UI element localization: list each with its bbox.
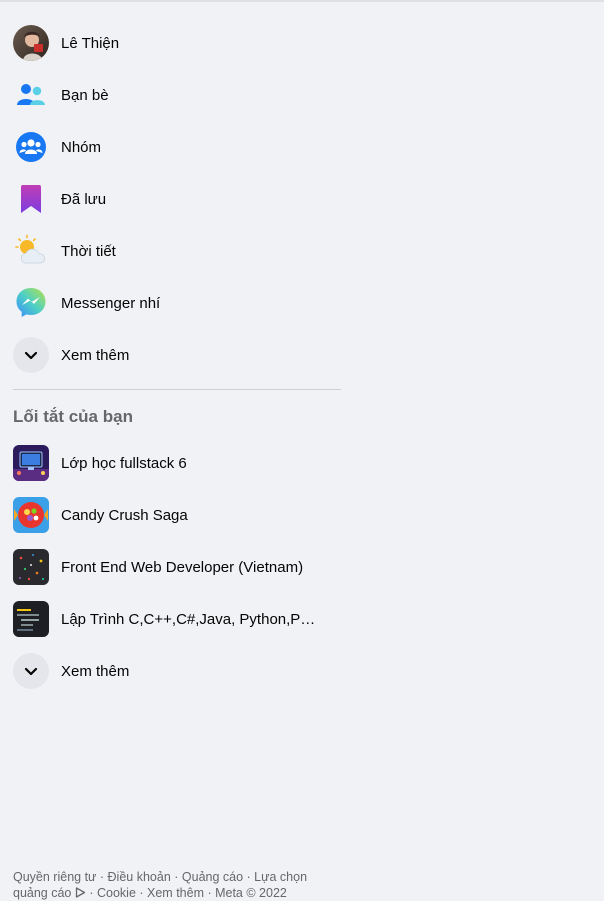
- sidebar-item-groups[interactable]: Nhóm: [4, 121, 344, 173]
- sidebar-item-label: Messenger nhí: [61, 294, 161, 312]
- sidebar-item-label: Bạn bè: [61, 86, 109, 104]
- group-thumbnail: [13, 549, 49, 585]
- divider: [13, 389, 341, 390]
- separator: ·: [243, 870, 255, 884]
- ads-link[interactable]: Quảng cáo: [182, 870, 243, 884]
- shortcuts-see-more-button[interactable]: Xem thêm: [4, 645, 344, 697]
- game-thumbnail: [13, 497, 49, 533]
- friends-icon: [13, 77, 49, 113]
- shortcut-label: Lập Trình C,C++,C#,Java, Python,PHP...: [61, 610, 326, 628]
- profile-name: Lê Thiện: [61, 34, 120, 52]
- see-more-label: Xem thêm: [61, 346, 130, 364]
- terms-link[interactable]: Điều khoản: [108, 870, 171, 884]
- shortcut-item-fullstack[interactable]: Lớp học fullstack 6: [4, 437, 344, 489]
- separator: ·: [96, 870, 108, 884]
- see-more-button[interactable]: Xem thêm: [4, 329, 344, 381]
- sidebar-item-weather[interactable]: Thời tiết: [4, 225, 344, 277]
- chevron-down-icon: [13, 653, 49, 689]
- group-thumbnail: [13, 601, 49, 637]
- ad-choices-icon: [75, 887, 86, 898]
- shortcut-item-candy-crush[interactable]: Candy Crush Saga: [4, 489, 344, 541]
- shortcut-label: Front End Web Developer (Vietnam): [61, 558, 304, 576]
- groups-icon: [13, 129, 49, 165]
- group-thumbnail: [13, 445, 49, 481]
- bookmark-icon: [13, 181, 49, 217]
- sidebar-item-friends[interactable]: Bạn bè: [4, 69, 344, 121]
- sidebar-item-saved[interactable]: Đã lưu: [4, 173, 344, 225]
- top-border: [0, 0, 604, 2]
- shortcuts-title: Lối tắt của bạn: [13, 407, 133, 426]
- sidebar-item-label: Đã lưu: [61, 190, 107, 208]
- shortcut-item-frontend[interactable]: Front End Web Developer (Vietnam): [4, 541, 344, 593]
- footer-links: Quyền riêng tư · Điều khoản · Quảng cáo …: [13, 869, 333, 901]
- sidebar-item-label: Thời tiết: [61, 242, 116, 260]
- sidebar-item-label: Nhóm: [61, 138, 102, 156]
- weather-icon: [13, 233, 49, 269]
- sidebar-item-messenger-kids[interactable]: Messenger nhí: [4, 277, 344, 329]
- shortcut-label: Lớp học fullstack 6: [61, 454, 187, 472]
- privacy-link[interactable]: Quyền riêng tư: [13, 870, 96, 884]
- sidebar-item-profile[interactable]: Lê Thiện: [4, 17, 344, 69]
- shortcut-item-programming[interactable]: Lập Trình C,C++,C#,Java, Python,PHP...: [4, 593, 344, 645]
- left-sidebar: Lê Thiện Bạn bè Nhóm Đã lưu Thời tiết Me…: [4, 17, 344, 697]
- chevron-down-icon: [13, 337, 49, 373]
- shortcut-label: Candy Crush Saga: [61, 506, 188, 524]
- separator: ·: [170, 870, 182, 884]
- see-more-label: Xem thêm: [61, 662, 130, 680]
- messenger-kids-icon: [13, 285, 49, 321]
- avatar: [13, 25, 49, 61]
